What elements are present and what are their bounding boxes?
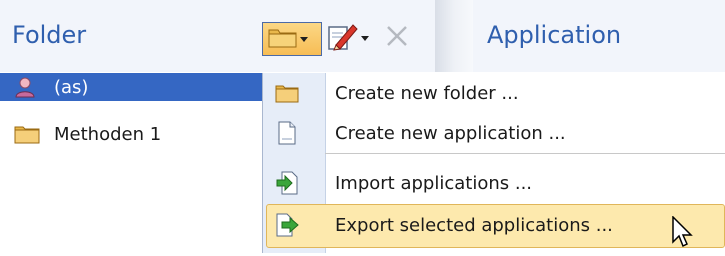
menu-item-create-application[interactable]: Create new application ... [263, 113, 725, 153]
menu-item-label: Create new application ... [335, 122, 566, 144]
menu-separator [325, 153, 725, 154]
tree-item-label: (as) [54, 76, 89, 98]
chevron-down-icon [361, 35, 369, 41]
export-icon [274, 212, 300, 238]
folder-menu-button[interactable] [262, 22, 322, 56]
panel-divider[interactable] [435, 0, 473, 72]
edit-icon [327, 21, 359, 55]
menu-item-import-applications[interactable]: Import applications ... [263, 163, 725, 203]
mouse-cursor-icon [672, 215, 696, 256]
user-icon [14, 76, 36, 98]
menu-item-export-selected-applications[interactable]: Export selected applications ... [263, 205, 725, 245]
delete-button[interactable] [384, 22, 416, 54]
import-icon [274, 170, 300, 196]
document-icon [274, 120, 300, 146]
menu-item-label: Export selected applications ... [335, 214, 613, 236]
folder-dropdown-menu: Create new folder ... Create new applica… [262, 73, 725, 253]
folder-panel-title: Folder [12, 21, 87, 49]
tree-item-methoden-1[interactable]: Methoden 1 [0, 120, 161, 148]
chevron-down-icon [300, 36, 308, 42]
menu-item-create-folder[interactable]: Create new folder ... [263, 73, 725, 113]
folder-icon [268, 26, 298, 52]
folder-icon [14, 124, 40, 144]
menu-item-label: Import applications ... [335, 172, 533, 194]
edit-menu-button[interactable] [327, 22, 379, 54]
tree-item-as[interactable]: (as) [0, 73, 262, 101]
folder-icon [274, 80, 300, 106]
close-icon [384, 23, 410, 53]
tree-item-label: Methoden 1 [54, 123, 162, 145]
application-panel-title: Application [487, 21, 622, 49]
menu-item-label: Create new folder ... [335, 82, 519, 104]
header-bar: Folder Application [0, 0, 725, 72]
